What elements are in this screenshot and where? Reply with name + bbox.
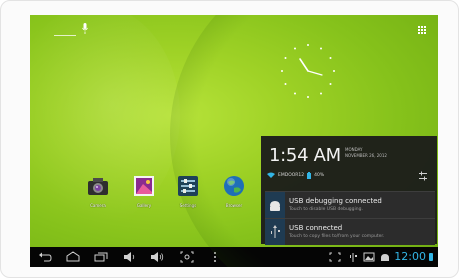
all-apps-icon[interactable]: [418, 26, 426, 34]
notification-subtitle: Touch to disable USB debugging.: [289, 207, 363, 212]
android-bug-icon: [270, 201, 280, 211]
app-browser[interactable]: Browser: [216, 175, 252, 208]
recent-apps-icon[interactable]: [94, 251, 108, 263]
battery-icon: [307, 171, 312, 179]
usb-debugging-notification[interactable]: USB debugging connected Touch to disable…: [265, 191, 435, 218]
app-settings[interactable]: Settings: [170, 175, 206, 208]
notification-panel: 1:54 AM MONDAY NOVEMBER 26, 2012 EMDOOR1…: [261, 136, 437, 245]
network-status: EMDOOR12 40%: [267, 171, 324, 179]
settings-icon: [178, 176, 198, 196]
system-bar: 12:00: [30, 247, 438, 267]
image-icon: [363, 252, 375, 262]
usb-status-icon: [350, 253, 357, 262]
home-screen: Camera Gallery Settings Browser 1:54 AM …: [30, 15, 438, 267]
battery-status-icon: [429, 253, 433, 261]
panel-full-date: NOVEMBER 26, 2012: [345, 153, 387, 158]
volume-down-icon[interactable]: [122, 251, 136, 263]
app-label: Settings: [179, 203, 197, 208]
app-gallery[interactable]: Gallery: [126, 175, 162, 208]
screenshot-icon[interactable]: [180, 251, 194, 263]
analog-clock-widget[interactable]: [278, 41, 338, 101]
panel-day: MONDAY: [345, 147, 363, 152]
app-label: Browser: [225, 203, 243, 208]
wifi-icon: [267, 172, 275, 178]
app-camera[interactable]: Camera: [80, 175, 116, 208]
notification-title: USB debugging connected: [289, 197, 382, 205]
back-icon[interactable]: [38, 251, 52, 263]
globe-icon: [224, 176, 244, 196]
usb-connected-notification[interactable]: USB connected Touch to copy files to/fro…: [265, 218, 435, 245]
usb-icon: [271, 225, 280, 238]
home-icon[interactable]: [66, 251, 80, 263]
search-bar[interactable]: [54, 35, 76, 36]
quick-settings-icon[interactable]: [418, 171, 428, 181]
network-name: EMDOOR12: [278, 172, 305, 178]
battery-level: 40%: [314, 172, 325, 178]
notification-title: USB connected: [289, 224, 343, 232]
usb-debug-icon-tile: [265, 192, 285, 218]
menu-icon[interactable]: [208, 251, 222, 263]
tablet-frame: Camera Gallery Settings Browser 1:54 AM …: [0, 0, 459, 278]
mic-icon[interactable]: [82, 23, 88, 35]
gallery-icon: [134, 176, 154, 196]
app-label: Camera: [90, 203, 106, 208]
usb-icon-tile: [265, 219, 285, 245]
app-label: Gallery: [136, 203, 152, 208]
android-debug-icon: [381, 254, 389, 261]
camera-icon: [88, 178, 108, 195]
panel-time: 1:54 AM: [269, 145, 341, 166]
volume-up-icon[interactable]: [150, 251, 164, 263]
panel-date: MONDAY NOVEMBER 26, 2012: [345, 147, 387, 159]
status-clock[interactable]: 12:00: [394, 251, 426, 263]
notification-subtitle: Touch to copy files to/from your compute…: [289, 234, 385, 239]
fullscreen-icon: [329, 252, 341, 262]
